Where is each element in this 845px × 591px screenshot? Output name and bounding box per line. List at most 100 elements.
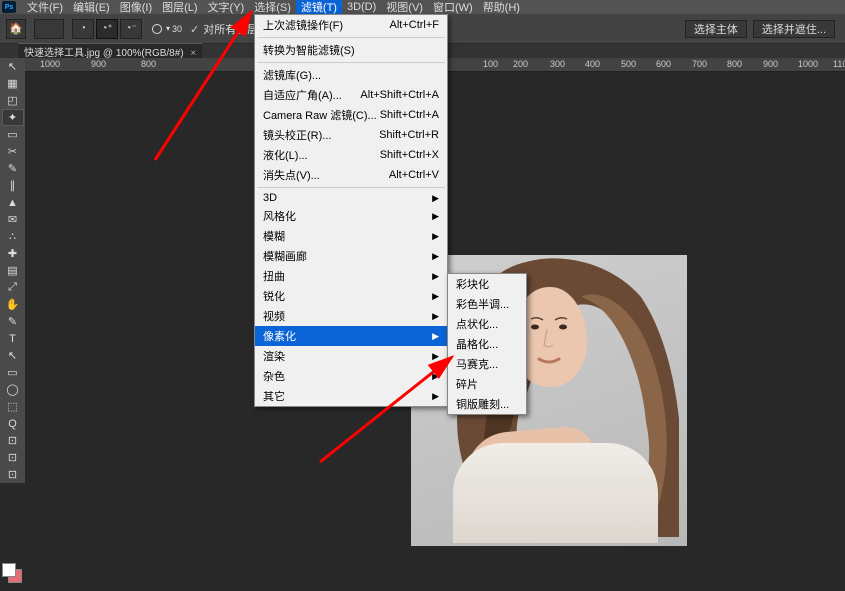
tool-icon-11[interactable]: ✚ (2, 245, 24, 262)
pixelate-item-6[interactable]: 铜版雕刻... (448, 394, 526, 414)
tool-icon-9[interactable]: ✉ (2, 211, 24, 228)
ruler-mark: 900 (91, 59, 106, 69)
tool-icon-7[interactable]: ∥ (2, 177, 24, 194)
new-selection-icon[interactable]: ◔ (72, 19, 94, 39)
filter-menu-item-4[interactable]: Camera Raw 滤镜(C)...Shift+Ctrl+A (255, 105, 447, 125)
submenu-arrow-icon: ▶ (432, 231, 439, 242)
tool-icon-2[interactable]: ◰ (2, 92, 24, 109)
filter-menu-item-17[interactable]: 杂色 ▶ (255, 366, 447, 386)
subtract-selection-icon[interactable]: ◔⁻ (120, 19, 142, 39)
filter-menu-item-3[interactable]: 自适应广角(A)...Alt+Shift+Ctrl+A (255, 85, 447, 105)
menu-4[interactable]: 文字(Y) (203, 0, 250, 15)
menu-item-label: 消失点(V)... (263, 167, 320, 183)
filter-menu-item-2[interactable]: 滤镜库(G)... (255, 65, 447, 85)
ruler-mark: 400 (585, 59, 600, 69)
menu-bar: Ps 文件(F)编辑(E)图像(I)图层(L)文字(Y)选择(S)滤镜(T)3D… (0, 0, 845, 14)
tool-icon-19[interactable]: ◯ (2, 381, 24, 398)
filter-menu-item-6[interactable]: 液化(L)...Shift+Ctrl+X (255, 145, 447, 165)
add-selection-icon[interactable]: ◔⁺ (96, 19, 118, 39)
filter-menu-item-14[interactable]: 视频▶ (255, 306, 447, 326)
tool-icon-5[interactable]: ✂ (2, 143, 24, 160)
menu-10[interactable]: 帮助(H) (478, 0, 525, 15)
home-icon[interactable]: 🏠 (6, 19, 26, 39)
pixelate-item-1[interactable]: 彩色半调... (448, 294, 526, 314)
tool-icon-14[interactable]: ✋ (2, 296, 24, 313)
menu-0[interactable]: 文件(F) (22, 0, 68, 15)
menu-8[interactable]: 视图(V) (381, 0, 428, 15)
tool-icon-0[interactable]: ↖ (2, 58, 24, 75)
tool-icon-22[interactable]: ⊡ (2, 432, 24, 449)
filter-menu-item-9[interactable]: 风格化▶ (255, 206, 447, 226)
filter-menu-item-15[interactable]: 像素化▶ (255, 326, 447, 346)
tool-icon-17[interactable]: ↖ (2, 347, 24, 364)
submenu-arrow-icon: ▶ (432, 193, 439, 204)
menu-separator (257, 187, 445, 188)
tool-icon-10[interactable]: ∴ (2, 228, 24, 245)
filter-menu-item-18[interactable]: 其它▶ (255, 386, 447, 406)
select-subject-button[interactable]: 选择主体 (685, 20, 747, 38)
image-content-body (453, 443, 658, 543)
filter-menu-item-13[interactable]: 锐化▶ (255, 286, 447, 306)
tool-icon-16[interactable]: T (2, 330, 24, 347)
ruler-mark: 700 (692, 59, 707, 69)
tool-icon-6[interactable]: ✎ (2, 160, 24, 177)
menu-item-label: 风格化 (263, 208, 296, 224)
filter-menu-item-8[interactable]: 3D▶ (255, 190, 447, 206)
tool-icon-8[interactable]: ▲ (2, 194, 24, 211)
tool-icon-15[interactable]: ✎ (2, 313, 24, 330)
tool-icon-18[interactable]: ▭ (2, 364, 24, 381)
submenu-arrow-icon: ▶ (432, 371, 439, 382)
filter-menu-item-10[interactable]: 模糊▶ (255, 226, 447, 246)
filter-menu-item-0[interactable]: 上次滤镜操作(F)Alt+Ctrl+F (255, 15, 447, 35)
ruler-mark: 200 (513, 59, 528, 69)
menu-item-label: 渲染 (263, 348, 285, 364)
ruler-mark: 1100 (833, 59, 845, 69)
tool-icon-3[interactable]: ✦ (2, 109, 24, 126)
menu-2[interactable]: 图像(I) (115, 0, 157, 15)
menu-7[interactable]: 3D(D) (342, 1, 381, 13)
pixelate-item-2[interactable]: 点状化... (448, 314, 526, 334)
submenu-arrow-icon: ▶ (432, 251, 439, 262)
filter-menu-item-11[interactable]: 模糊画廊 ▶ (255, 246, 447, 266)
filter-menu-item-1[interactable]: 转换为智能滤镜(S) (255, 40, 447, 60)
brush-size-control[interactable]: ▾30 (150, 24, 182, 34)
tool-icon-13[interactable]: ⤢ (2, 279, 24, 296)
tool-icon-21[interactable]: Q (2, 415, 24, 432)
menu-separator (257, 37, 445, 38)
ruler-mark: 100 (483, 59, 498, 69)
menu-item-label: 锐化 (263, 288, 285, 304)
tool-preset-button[interactable] (34, 19, 64, 39)
menu-item-label: 上次滤镜操作(F) (263, 17, 343, 33)
submenu-arrow-icon: ▶ (432, 351, 439, 362)
pixelate-item-0[interactable]: 彩块化 (448, 274, 526, 294)
tool-icon-20[interactable]: ⬚ (2, 398, 24, 415)
tool-icon-1[interactable]: ▦ (2, 75, 24, 92)
ruler-mark: 600 (656, 59, 671, 69)
pixelate-item-3[interactable]: 晶格化... (448, 334, 526, 354)
tool-icon-12[interactable]: ▤ (2, 262, 24, 279)
pixelate-item-5[interactable]: 碎片 (448, 374, 526, 394)
filter-menu-item-16[interactable]: 渲染 ▶ (255, 346, 447, 366)
filter-menu-item-12[interactable]: 扭曲▶ (255, 266, 447, 286)
filter-menu-item-5[interactable]: 镜头校正(R)...Shift+Ctrl+R (255, 125, 447, 145)
menu-9[interactable]: 窗口(W) (428, 0, 478, 15)
menu-item-shortcut: Shift+Ctrl+R (379, 129, 439, 141)
menu-item-label: 模糊画廊 (263, 248, 307, 264)
menu-item-label: 杂色 (263, 368, 285, 384)
filter-menu-item-7[interactable]: 消失点(V)...Alt+Ctrl+V (255, 165, 447, 185)
document-tab[interactable]: 快速选择工具.jpg @ 100%(RGB/8#) × (18, 43, 202, 59)
tool-icon-24[interactable]: ⊡ (2, 466, 24, 483)
color-swatch[interactable] (2, 563, 22, 583)
submenu-arrow-icon: ▶ (432, 391, 439, 402)
menu-1[interactable]: 编辑(E) (68, 0, 115, 15)
menu-3[interactable]: 图层(L) (157, 0, 202, 15)
menu-5[interactable]: 选择(S) (249, 0, 296, 15)
tool-icon-4[interactable]: ▭ (2, 126, 24, 143)
foreground-color-swatch[interactable] (2, 563, 16, 577)
select-and-mask-button[interactable]: 选择并遮住... (753, 20, 835, 38)
ruler-mark: 900 (763, 59, 778, 69)
tool-palette: ↖▦◰✦▭✂✎∥▲✉∴✚▤⤢✋✎T↖▭◯⬚Q⊡⊡⊡ (0, 58, 25, 483)
tool-icon-23[interactable]: ⊡ (2, 449, 24, 466)
pixelate-item-4[interactable]: 马赛克... (448, 354, 526, 374)
menu-6[interactable]: 滤镜(T) (296, 0, 342, 15)
